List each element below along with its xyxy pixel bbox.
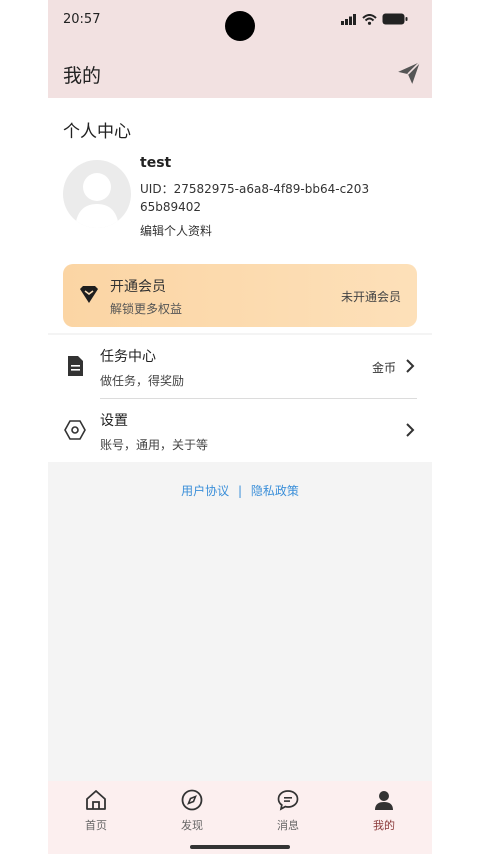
privacy-policy-link[interactable]: 隐私政策 (251, 484, 299, 498)
status-time: 20:57 (63, 12, 101, 27)
tab-discover[interactable]: 发现 (162, 789, 222, 833)
tab-label: 首页 (85, 819, 107, 832)
menu-item-title: 设置 (100, 413, 128, 429)
status-bar: 20:57 (48, 0, 432, 44)
page-title: 我的 (63, 65, 102, 87)
tab-label: 消息 (277, 819, 299, 832)
coins-label: 金币 (371, 361, 396, 375)
default-avatar-icon (75, 173, 119, 228)
diamond-icon (80, 286, 98, 303)
chevron-right-icon (406, 423, 415, 437)
home-indicator (190, 845, 290, 849)
menu-item-subtitle: 账号，通用，关于等 (100, 438, 209, 452)
bottom-tab-bar: 首页 发现 消息 我的 (48, 781, 432, 854)
send-icon[interactable] (396, 60, 422, 86)
camera-cutout (225, 11, 255, 41)
tab-label: 我的 (373, 819, 395, 832)
battery-icon (382, 13, 408, 25)
vip-status: 未开通会员 (340, 290, 401, 304)
edit-profile-link[interactable]: 编辑个人资料 (140, 222, 212, 239)
tab-home[interactable]: 首页 (66, 789, 126, 833)
vip-subtitle: 解锁更多权益 (110, 302, 183, 316)
app-screen: 20:57 我的 个人中心 test UID：27582975-a6a8-4f8… (48, 0, 432, 854)
link-separator: | (237, 484, 243, 498)
signal-icon (341, 13, 356, 25)
legal-links: 用户协议 | 隐私政策 (48, 482, 432, 499)
user-agreement-link[interactable]: 用户协议 (181, 484, 229, 498)
tab-mine[interactable]: 我的 (354, 789, 414, 833)
menu-item-settings[interactable]: 设置 账号，通用，关于等 (48, 399, 432, 462)
menu-list: 任务中心 做任务，得奖励 金币 设置 账号，通用，关于等 (48, 335, 432, 462)
username: test (140, 155, 172, 171)
menu-item-subtitle: 做任务，得奖励 (100, 374, 185, 388)
document-icon (68, 356, 83, 376)
section-title: 个人中心 (63, 122, 131, 142)
user-icon (375, 791, 393, 810)
menu-item-task-center[interactable]: 任务中心 做任务，得奖励 金币 (48, 335, 432, 399)
vip-title: 开通会员 (110, 279, 166, 295)
wifi-icon (362, 13, 377, 25)
user-id: UID：27582975-a6a8-4f89-bb64-c20365b89402 (140, 182, 370, 214)
settings-hexagon-icon (64, 420, 86, 440)
home-icon (86, 790, 106, 810)
top-bar: 20:57 我的 (48, 0, 432, 98)
vip-banner[interactable]: 开通会员 解锁更多权益 未开通会员 (63, 264, 417, 327)
avatar[interactable] (63, 160, 131, 228)
message-icon (277, 790, 299, 811)
menu-item-title: 任务中心 (100, 349, 156, 365)
compass-icon (181, 789, 203, 811)
chevron-right-icon (406, 359, 415, 373)
system-icons (341, 13, 408, 25)
tab-label: 发现 (181, 819, 203, 832)
tab-messages[interactable]: 消息 (258, 789, 318, 833)
